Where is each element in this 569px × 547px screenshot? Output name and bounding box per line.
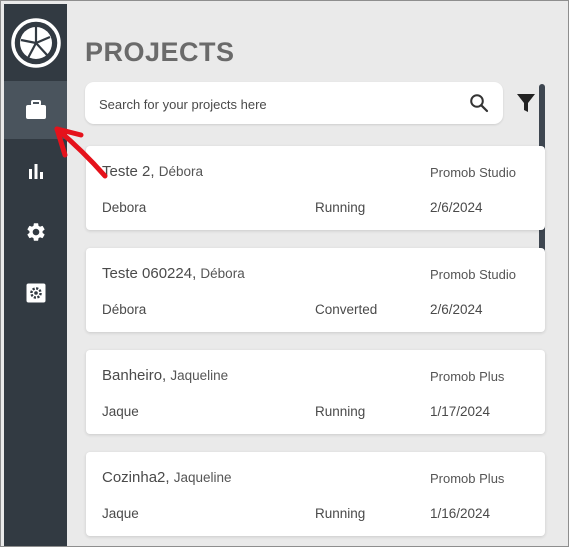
project-date: 1/16/2024 (430, 506, 491, 521)
project-status: Running (315, 506, 366, 521)
main-content: PROJECTS Teste 2, Débora Promob Studio D… (67, 4, 567, 546)
project-title: Teste 2, Débora (102, 163, 203, 180)
project-title: Banheiro, Jaqueline (102, 367, 229, 384)
filter-icon[interactable] (515, 92, 537, 114)
project-card[interactable]: Teste 060224, Débora Promob Studio Débor… (86, 248, 545, 332)
page-title: PROJECTS (85, 37, 235, 67)
project-software: Promob Plus (430, 369, 505, 384)
project-owner: Jaqueline (173, 470, 232, 485)
sidebar-item-settings[interactable] (4, 203, 67, 261)
project-user: Jaque (102, 404, 139, 419)
project-title: Teste 060224, Débora (102, 265, 245, 282)
project-user: Jaque (102, 506, 139, 521)
project-status: Running (315, 200, 366, 215)
project-date: 2/6/2024 (430, 200, 483, 215)
search-box (85, 82, 503, 126)
bar-chart-icon (28, 164, 43, 179)
gear-icon (26, 223, 45, 241)
project-card[interactable]: Banheiro, Jaqueline Promob Plus Jaque Ru… (86, 350, 545, 434)
app-window: PROJECTS Teste 2, Débora Promob Studio D… (0, 0, 569, 547)
project-user: Débora (102, 302, 147, 317)
project-date: 1/17/2024 (430, 404, 491, 419)
project-user: Debora (102, 200, 147, 215)
sidebar-item-projects[interactable] (4, 81, 67, 139)
project-card[interactable]: Teste 2, Débora Promob Studio Debora Run… (86, 146, 545, 230)
project-title: Cozinha2, Jaqueline (102, 469, 232, 486)
project-owner: Débora (200, 266, 245, 281)
pie-logo-icon[interactable] (10, 17, 62, 69)
project-name: Teste 060224 (102, 265, 193, 282)
project-software: Promob Studio (430, 165, 516, 180)
sidebar-item-reports[interactable] (4, 142, 67, 200)
search-icon[interactable] (469, 93, 489, 113)
project-owner: Débora (158, 164, 203, 179)
project-name: Teste 2 (102, 163, 151, 180)
project-status: Running (315, 404, 366, 419)
project-date: 2/6/2024 (430, 302, 483, 317)
sidebar (4, 4, 67, 546)
project-name: Banheiro (102, 367, 163, 384)
project-card[interactable]: Cozinha2, Jaqueline Promob Plus Jaque Ru… (86, 452, 545, 536)
project-software: Promob Studio (430, 267, 516, 282)
project-status: Converted (315, 302, 378, 317)
project-name: Cozinha2 (102, 469, 166, 486)
gear-box-icon (26, 283, 45, 303)
briefcase-icon (25, 100, 46, 119)
project-owner: Jaqueline (170, 368, 229, 383)
sidebar-item-admin[interactable] (4, 264, 67, 322)
search-input[interactable] (97, 82, 461, 126)
project-software: Promob Plus (430, 471, 505, 486)
